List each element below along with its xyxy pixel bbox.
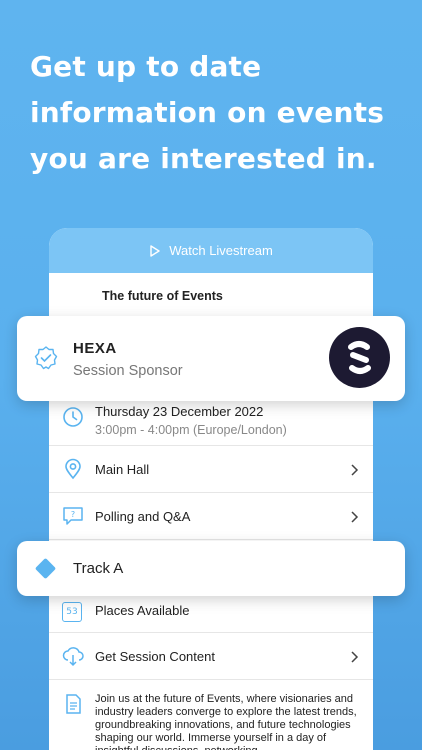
clock-icon	[63, 407, 83, 427]
session-card: Watch Livestream The future of Events Th…	[49, 228, 373, 750]
session-content-label: Get Session Content	[95, 649, 215, 664]
watch-livestream-label: Watch Livestream	[169, 243, 273, 258]
chevron-right-icon	[351, 511, 359, 523]
session-description: Join us at the future of Events, where v…	[95, 693, 357, 750]
sponsor-role: Session Sponsor	[73, 363, 183, 379]
session-content-row[interactable]: Get Session Content	[49, 633, 373, 680]
play-icon	[150, 244, 160, 257]
date-row: Thursday 23 December 2022 3:00pm - 4:00p…	[49, 398, 373, 446]
location-pin-icon	[65, 458, 81, 480]
session-time: 3:00pm - 4:00pm (Europe/London)	[95, 423, 287, 437]
session-title: The future of Events	[102, 289, 223, 303]
svg-text:?: ?	[71, 510, 75, 519]
chat-question-icon: ?	[63, 507, 83, 525]
sponsor-name: HEXA	[73, 340, 117, 357]
session-date: Thursday 23 December 2022	[95, 404, 264, 419]
verified-badge-icon	[34, 346, 58, 370]
location-label: Main Hall	[95, 462, 150, 477]
sponsor-card[interactable]: HEXA Session Sponsor	[17, 316, 405, 401]
chevron-right-icon	[351, 651, 359, 663]
track-label: Track A	[73, 560, 124, 577]
document-icon	[66, 694, 81, 714]
polling-label: Polling and Q&A	[95, 509, 191, 524]
places-label: Places Available	[95, 603, 190, 618]
places-count-icon: 53	[62, 602, 82, 622]
cloud-download-icon	[62, 647, 84, 667]
watch-livestream-button[interactable]: Watch Livestream	[49, 228, 373, 273]
headline: Get up to date information on events you…	[30, 50, 385, 175]
track-card[interactable]: Track A	[17, 541, 405, 596]
places-row: 53 Places Available	[49, 595, 373, 633]
polling-row[interactable]: ? Polling and Q&A	[49, 493, 373, 540]
location-row[interactable]: Main Hall	[49, 446, 373, 493]
track-diamond-icon	[34, 557, 57, 580]
chevron-right-icon	[351, 464, 359, 476]
hexa-logo	[329, 327, 390, 388]
